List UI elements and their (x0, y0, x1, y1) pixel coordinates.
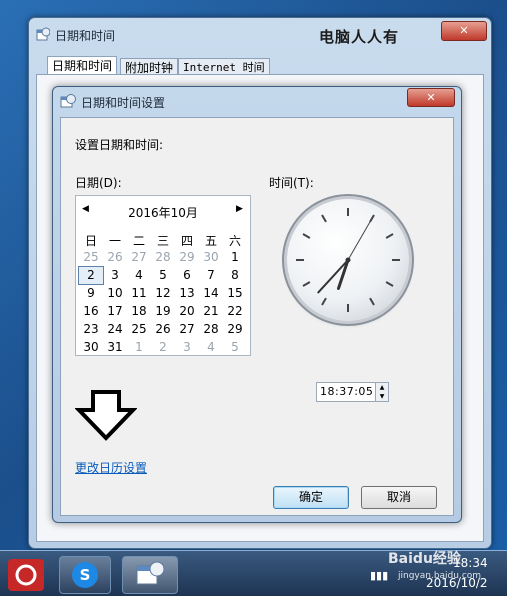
analog-clock (287, 199, 409, 321)
tray-date[interactable]: 2016/10/2 (426, 576, 488, 590)
calendar-day[interactable]: 26 (103, 249, 127, 266)
calendar-day[interactable]: 25 (127, 321, 151, 338)
time-input[interactable]: 18:37:05 (316, 382, 376, 402)
calendar-day[interactable]: 16 (79, 303, 103, 320)
weekday-header: 日 (84, 234, 97, 248)
next-month-icon[interactable]: ▶ (236, 204, 243, 214)
calendar-day[interactable]: 15 (223, 285, 247, 302)
network-icon[interactable]: ▮▮▮ (370, 569, 388, 582)
outer-window-title: 日期和时间 (55, 29, 116, 43)
calendar-day[interactable]: 21 (199, 303, 223, 320)
clock-center (345, 257, 351, 263)
weekday-header: 一 (108, 234, 121, 248)
tray-time[interactable]: 18:34 (453, 556, 488, 570)
calendar-day[interactable]: 1 (127, 339, 151, 356)
calendar-day[interactable]: 29 (223, 321, 247, 338)
weekday-header: 四 (180, 234, 193, 248)
calendar-clock-icon (60, 93, 76, 112)
dialog-title: 日期和时间设置 (81, 96, 166, 110)
clock-tick (385, 233, 394, 239)
weekday-header: 五 (204, 234, 217, 248)
calendar-day[interactable]: 22 (223, 303, 247, 320)
calendar-day[interactable]: 19 (151, 303, 175, 320)
taskbar-datetime-button[interactable] (122, 556, 178, 594)
calendar-clock-icon (136, 561, 165, 585)
calendar-day[interactable]: 6 (175, 267, 199, 284)
calendar-day[interactable]: 10 (103, 285, 127, 302)
clock-tick (369, 297, 375, 306)
dialog-body: 设置日期和时间: 日期(D): 时间(T): ◀ 2016年10月 ▶ 日一二三… (60, 117, 454, 516)
calendar-day[interactable]: 31 (103, 339, 127, 356)
calendar-day[interactable]: 20 (175, 303, 199, 320)
spin-up-icon[interactable]: ▲ (376, 383, 388, 392)
calendar-day[interactable]: 29 (175, 249, 199, 266)
second-hand (347, 217, 373, 261)
calendar-day[interactable]: 1 (223, 249, 247, 266)
calendar-day[interactable]: 23 (79, 321, 103, 338)
calendar-day[interactable]: 8 (223, 267, 247, 284)
calendar-day[interactable]: 11 (127, 285, 151, 302)
date-label: 日期(D): (75, 176, 122, 190)
watermark-text: 电脑人人有 (319, 28, 400, 46)
calendar-day[interactable]: 5 (151, 267, 175, 284)
calendar-day[interactable]: 26 (151, 321, 175, 338)
taskbar-sogou-button[interactable]: S (59, 556, 111, 594)
calendar-day[interactable]: 13 (175, 285, 199, 302)
calendar-day[interactable]: 27 (175, 321, 199, 338)
clock-tick (302, 233, 311, 239)
calendar[interactable]: ◀ 2016年10月 ▶ 日一二三四五六 25 26 27 28 29 30 1 2 3 4 5 6 7 8… (75, 195, 251, 356)
cancel-button[interactable]: 取消 (361, 486, 437, 509)
calendar-day[interactable]: 7 (199, 267, 223, 284)
weekday-header: 二 (132, 234, 145, 248)
svg-text:S: S (80, 566, 91, 584)
calendar-day[interactable]: 3 (103, 267, 127, 284)
ok-button[interactable]: 确定 (273, 486, 349, 509)
clock-tick (302, 281, 311, 287)
clock-tick (321, 297, 327, 306)
calendar-day[interactable]: 24 (103, 321, 127, 338)
calendar-day[interactable]: 2 (78, 266, 104, 285)
baidu-watermark: Baidu经验 (388, 551, 461, 567)
calendar-day[interactable]: 28 (151, 249, 175, 266)
calendar-day[interactable]: 4 (199, 339, 223, 356)
weekday-header: 六 (228, 234, 241, 248)
calendar-day[interactable]: 30 (79, 339, 103, 356)
calendar-day[interactable]: 9 (79, 285, 103, 302)
datetime-settings-dialog: 日期和时间设置 ✕ 设置日期和时间: 日期(D): 时间(T): ◀ 2016年… (52, 86, 462, 523)
time-value[interactable]: 18:37:05 (320, 385, 373, 398)
arrow-down-icon (74, 390, 138, 445)
calendar-day[interactable]: 18 (127, 303, 151, 320)
clock-face (296, 208, 400, 312)
spin-down-icon[interactable]: ▼ (376, 392, 388, 401)
time-spinner[interactable]: ▲ ▼ (375, 382, 389, 402)
calendar-day[interactable]: 2 (151, 339, 175, 356)
heading-label: 设置日期和时间: (75, 138, 164, 152)
outer-close-button[interactable]: ✕ (441, 21, 487, 41)
calendar-day[interactable]: 5 (223, 339, 247, 356)
calendar-day[interactable]: 14 (199, 285, 223, 302)
calendar-day[interactable]: 4 (127, 267, 151, 284)
calendar-day[interactable]: 30 (199, 249, 223, 266)
app-red-icon[interactable] (8, 559, 44, 591)
calendar-day[interactable]: 3 (175, 339, 199, 356)
calendar-month-title[interactable]: 2016年10月 (76, 204, 250, 221)
calendar-day[interactable]: 25 (79, 249, 103, 266)
clock-tick (321, 214, 327, 223)
time-label: 时间(T): (269, 176, 314, 190)
calendar-day[interactable]: 12 (151, 285, 175, 302)
sogou-icon: S (72, 562, 98, 588)
calendar-day[interactable]: 27 (127, 249, 151, 266)
change-calendar-settings-link[interactable]: 更改日历设置 (75, 459, 147, 476)
dialog-close-button[interactable]: ✕ (407, 88, 455, 107)
clock-tick (385, 281, 394, 287)
weekday-header: 三 (156, 234, 169, 248)
calendar-day[interactable]: 28 (199, 321, 223, 338)
calendar-clock-icon (36, 27, 51, 44)
calendar-day[interactable]: 17 (103, 303, 127, 320)
